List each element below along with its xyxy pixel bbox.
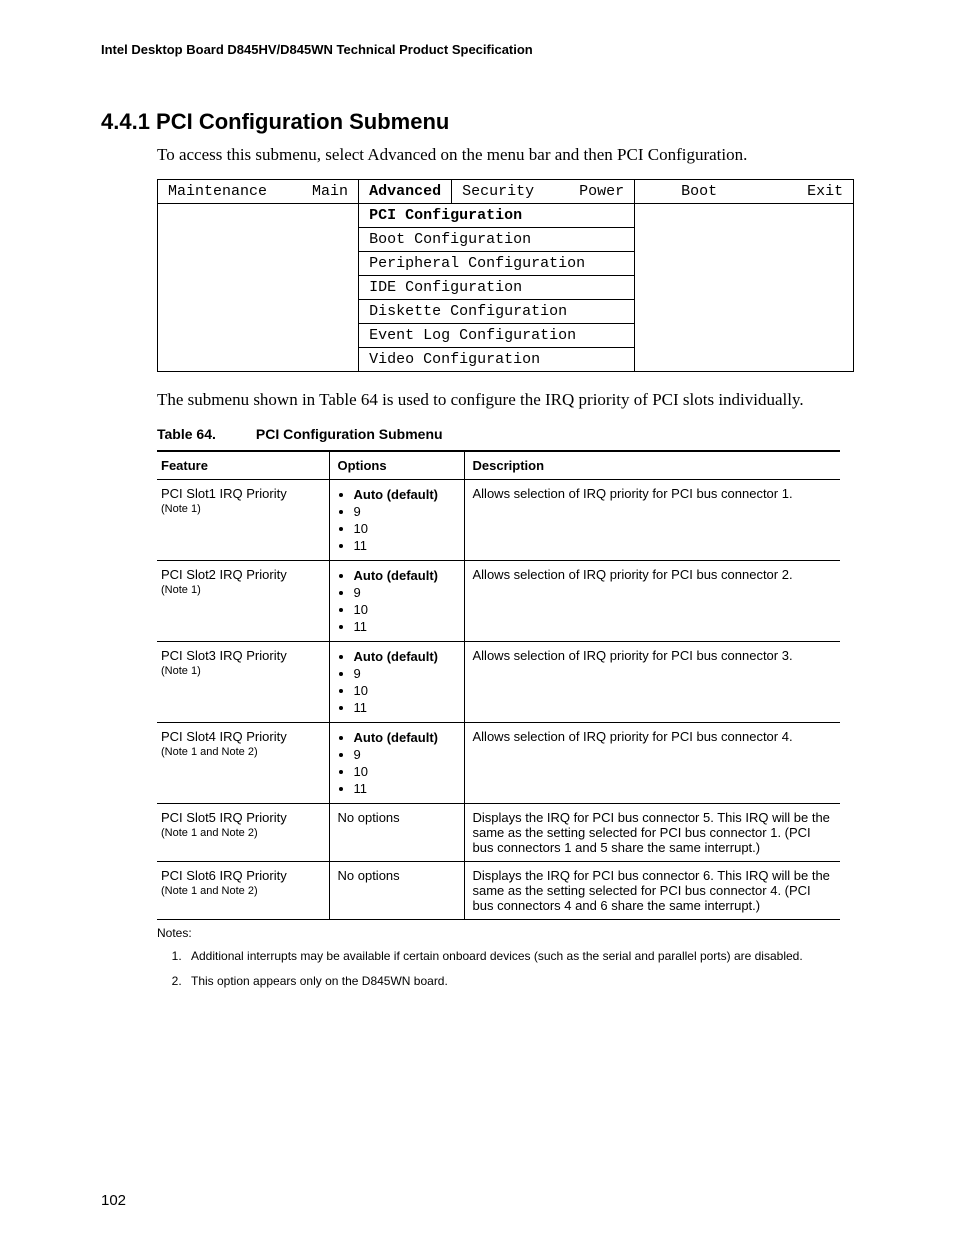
option-item: Auto (default) bbox=[354, 648, 456, 665]
feature-note: (Note 1 and Note 2) bbox=[161, 885, 321, 897]
option-item: Auto (default) bbox=[354, 486, 456, 503]
feature-cell: PCI Slot1 IRQ Priority (Note 1) bbox=[157, 480, 329, 561]
bios-submenu-item: Event Log Configuration bbox=[359, 324, 635, 348]
options-list: Auto (default)91011 bbox=[338, 648, 456, 716]
table-caption-title: PCI Configuration Submenu bbox=[256, 426, 443, 442]
intro-text: To access this submenu, select Advanced … bbox=[157, 145, 838, 165]
description-cell: Displays the IRQ for PCI bus connector 5… bbox=[464, 804, 840, 862]
option-item: 9 bbox=[354, 746, 456, 763]
bios-tab-label: Boot bbox=[681, 183, 717, 200]
options-list: Auto (default)91011 bbox=[338, 729, 456, 797]
feature-note: (Note 1) bbox=[161, 503, 321, 515]
feature-note: (Note 1 and Note 2) bbox=[161, 746, 321, 758]
options-cell: No options bbox=[329, 862, 464, 920]
no-options-text: No options bbox=[338, 868, 400, 883]
options-list: Auto (default)91011 bbox=[338, 486, 456, 554]
bios-submenu-item: Boot Configuration bbox=[359, 228, 635, 252]
option-item: Auto (default) bbox=[354, 729, 456, 746]
description-cell: Allows selection of IRQ priority for PCI… bbox=[464, 480, 840, 561]
options-cell: Auto (default)91011 bbox=[329, 480, 464, 561]
feature-cell: PCI Slot5 IRQ Priority (Note 1 and Note 2… bbox=[157, 804, 329, 862]
bios-submenu-item: Video Configuration bbox=[359, 348, 635, 372]
table-header: Options bbox=[329, 451, 464, 480]
feature-name: PCI Slot4 IRQ Priority bbox=[161, 729, 321, 744]
bios-tab-label: Main bbox=[312, 183, 348, 200]
bios-menu-diagram: Maintenance Main Advanced Security Power… bbox=[157, 179, 854, 372]
description-cell: Allows selection of IRQ priority for PCI… bbox=[464, 642, 840, 723]
feature-cell: PCI Slot3 IRQ Priority (Note 1) bbox=[157, 642, 329, 723]
bios-tab-label: Advanced bbox=[369, 183, 441, 200]
description-cell: Allows selection of IRQ priority for PCI… bbox=[464, 561, 840, 642]
option-item: 10 bbox=[354, 763, 456, 780]
note-item: This option appears only on the D845WN b… bbox=[185, 971, 838, 996]
config-table: Feature Options Description PCI Slot1 IR… bbox=[157, 450, 840, 920]
feature-name: PCI Slot5 IRQ Priority bbox=[161, 810, 321, 825]
notes-block: Notes: Additional interrupts may be avai… bbox=[157, 926, 838, 996]
option-item: 11 bbox=[354, 537, 456, 554]
option-item: 9 bbox=[354, 503, 456, 520]
no-options-text: No options bbox=[338, 810, 400, 825]
bios-tab-advanced: Advanced bbox=[359, 180, 452, 204]
bios-submenu-item: PCI Configuration bbox=[359, 204, 635, 228]
options-cell: Auto (default)91011 bbox=[329, 723, 464, 804]
option-item: 9 bbox=[354, 665, 456, 682]
bios-tab-label: Security bbox=[462, 183, 534, 200]
table-row: PCI Slot1 IRQ Priority (Note 1) Auto (defa… bbox=[157, 480, 840, 561]
options-cell: Auto (default)91011 bbox=[329, 642, 464, 723]
option-item: 11 bbox=[354, 699, 456, 716]
bios-tab-label: Maintenance bbox=[168, 183, 267, 200]
option-item: 10 bbox=[354, 520, 456, 537]
option-item: 10 bbox=[354, 601, 456, 618]
submenu-description: The submenu shown in Table 64 is used to… bbox=[157, 390, 838, 410]
table-row: PCI Slot3 IRQ Priority (Note 1) Auto (defa… bbox=[157, 642, 840, 723]
option-item: 11 bbox=[354, 780, 456, 797]
option-item: 10 bbox=[354, 682, 456, 699]
table-header-row: Feature Options Description bbox=[157, 451, 840, 480]
description-cell: Allows selection of IRQ priority for PCI… bbox=[464, 723, 840, 804]
option-item: 11 bbox=[354, 618, 456, 635]
bios-tab-boot-exit: Boot Exit bbox=[635, 180, 854, 204]
bios-submenu-item: Diskette Configuration bbox=[359, 300, 635, 324]
bios-submenu-item: IDE Configuration bbox=[359, 276, 635, 300]
description-cell: Displays the IRQ for PCI bus connector 6… bbox=[464, 862, 840, 920]
section-title: 4.4.1 PCI Configuration Submenu bbox=[101, 109, 838, 135]
bios-tab-maintenance-main: Maintenance Main bbox=[158, 180, 359, 204]
feature-cell: PCI Slot6 IRQ Priority (Note 1 and Note 2… bbox=[157, 862, 329, 920]
feature-cell: PCI Slot4 IRQ Priority (Note 1 and Note 2… bbox=[157, 723, 329, 804]
options-list: Auto (default)91011 bbox=[338, 567, 456, 635]
option-item: 9 bbox=[354, 584, 456, 601]
bios-submenu-item: Peripheral Configuration bbox=[359, 252, 635, 276]
options-cell: Auto (default)91011 bbox=[329, 561, 464, 642]
table-header: Description bbox=[464, 451, 840, 480]
table-row: PCI Slot4 IRQ Priority (Note 1 and Note 2… bbox=[157, 723, 840, 804]
bios-menu-bar: Maintenance Main Advanced Security Power… bbox=[158, 180, 854, 204]
option-item: Auto (default) bbox=[354, 567, 456, 584]
feature-note: (Note 1 and Note 2) bbox=[161, 827, 321, 839]
table-row: PCI Slot6 IRQ Priority (Note 1 and Note 2… bbox=[157, 862, 840, 920]
feature-name: PCI Slot3 IRQ Priority bbox=[161, 648, 321, 663]
bios-tab-label: Exit bbox=[807, 183, 843, 200]
table-header: Feature bbox=[157, 451, 329, 480]
page-number: 102 bbox=[101, 1192, 126, 1209]
notes-label: Notes: bbox=[157, 926, 838, 940]
notes-list: Additional interrupts may be available i… bbox=[157, 946, 838, 996]
feature-cell: PCI Slot2 IRQ Priority (Note 1) bbox=[157, 561, 329, 642]
table-row: PCI Slot5 IRQ Priority (Note 1 and Note 2… bbox=[157, 804, 840, 862]
note-item: Additional interrupts may be available i… bbox=[185, 946, 838, 971]
running-head: Intel Desktop Board D845HV/D845WN Techni… bbox=[101, 42, 838, 57]
table-caption-label: Table 64. bbox=[157, 426, 252, 442]
feature-note: (Note 1) bbox=[161, 584, 321, 596]
table-row: PCI Slot2 IRQ Priority (Note 1) Auto (defa… bbox=[157, 561, 840, 642]
page: Intel Desktop Board D845HV/D845WN Techni… bbox=[0, 0, 954, 1235]
feature-name: PCI Slot2 IRQ Priority bbox=[161, 567, 321, 582]
feature-note: (Note 1) bbox=[161, 665, 321, 677]
feature-name: PCI Slot1 IRQ Priority bbox=[161, 486, 321, 501]
feature-name: PCI Slot6 IRQ Priority bbox=[161, 868, 321, 883]
bios-tab-security-power: Security Power bbox=[452, 180, 635, 204]
bios-tab-label: Power bbox=[579, 183, 624, 200]
table-caption: Table 64. PCI Configuration Submenu bbox=[157, 426, 838, 442]
options-cell: No options bbox=[329, 804, 464, 862]
